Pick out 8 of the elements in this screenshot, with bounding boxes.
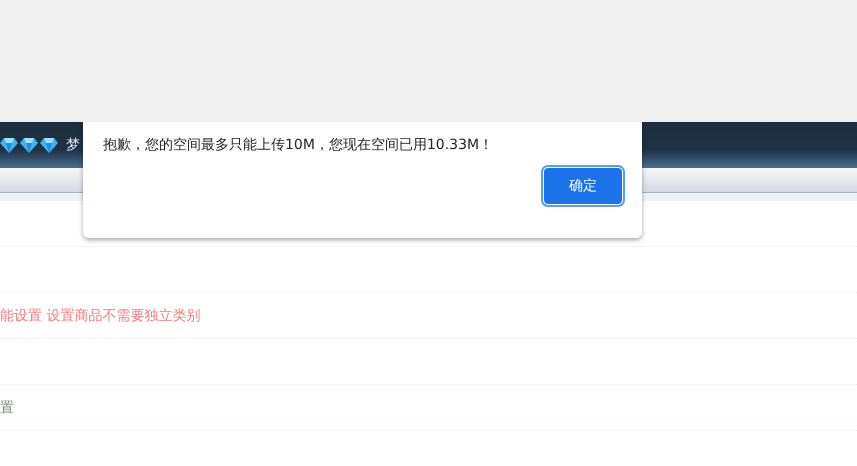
diamond-icon: [0, 138, 18, 152]
diamond-icon: [20, 138, 38, 152]
diamond-icon: [40, 138, 58, 152]
dialog-message: 抱歉，您的空间最多只能上传10M，您现在空间已用10.33M！: [103, 136, 494, 154]
hint-text: 能设置 设置商品不需要独立类别: [0, 306, 200, 324]
setting-label: 置: [0, 398, 14, 416]
confirm-button[interactable]: 确定: [544, 168, 622, 204]
site-title: 梦: [66, 136, 80, 154]
